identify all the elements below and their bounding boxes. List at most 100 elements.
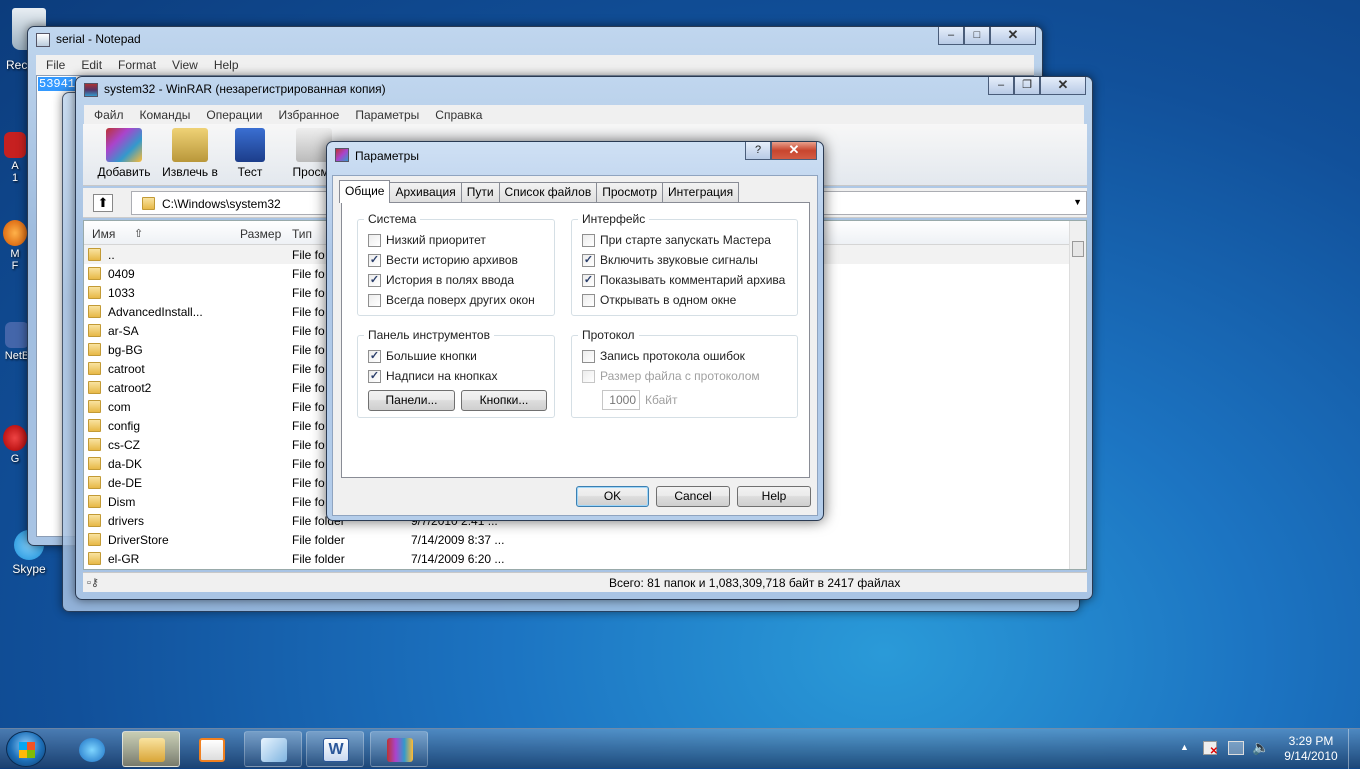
restore-button[interactable]: ❐ <box>1014 77 1040 95</box>
menu-commands[interactable]: Команды <box>132 108 199 122</box>
checkbox-interface-3[interactable]: Открывать в одном окне <box>582 292 736 308</box>
buttons-button[interactable]: Кнопки... <box>461 390 547 411</box>
group-interface: Интерфейс При старте запускать Мастера ✓ В… <box>571 212 798 316</box>
menu-options[interactable]: Параметры <box>347 108 427 122</box>
column-type[interactable]: Тип <box>292 227 312 241</box>
checkbox-system-1[interactable]: ✓ Вести историю архивов <box>368 252 518 268</box>
checkbox-toolbar-1[interactable]: ✓ Надписи на кнопках <box>368 368 497 384</box>
checkbox-system-0[interactable]: Низкий приоритет <box>368 232 486 248</box>
vertical-scrollbar[interactable] <box>1069 221 1086 569</box>
show-desktop-button[interactable] <box>1348 729 1360 769</box>
scroll-thumb[interactable] <box>1072 241 1084 257</box>
file-row[interactable]: el-GR File folder 7/14/2009 6:20 ... <box>84 549 1086 568</box>
menu-file[interactable]: Файл <box>86 108 132 122</box>
dialog-close-button[interactable]: ✕ <box>771 142 817 160</box>
file-name: de-DE <box>108 476 143 490</box>
checkbox-log-0[interactable]: Запись протокола ошибок <box>582 348 745 364</box>
desktop-app-shortcut[interactable]: A 1 <box>0 132 30 184</box>
maximize-button[interactable]: □ <box>964 27 990 45</box>
menu-format[interactable]: Format <box>110 58 164 72</box>
checkbox-toolbar-0[interactable]: ✓ Большие кнопки <box>368 348 477 364</box>
network-icon[interactable] <box>1228 741 1244 755</box>
checkbox-log-1[interactable]: Размер файла с протоколом <box>582 368 760 384</box>
minimize-button[interactable]: – <box>988 77 1014 95</box>
checkbox-box[interactable]: ✓ <box>368 273 381 287</box>
checkbox-label: Включить звуковые сигналы <box>600 253 758 267</box>
file-row[interactable]: DriverStore File folder 7/14/2009 8:37 ... <box>84 530 1086 549</box>
checkbox-interface-1[interactable]: ✓ Включить звуковые сигналы <box>582 252 758 268</box>
notepad-app-icon <box>36 33 50 47</box>
column-size[interactable]: Размер <box>240 227 281 241</box>
tab-integration[interactable]: Интеграция <box>662 182 740 202</box>
action-center-icon[interactable]: ✕ <box>1203 741 1218 757</box>
checkbox-interface-2[interactable]: ✓ Показывать комментарий архива <box>582 272 785 288</box>
taskbar-ie[interactable] <box>62 731 120 767</box>
menu-operations[interactable]: Операции <box>198 108 270 122</box>
taskbar-winrar[interactable] <box>370 731 428 767</box>
tab-viewer[interactable]: Просмотр <box>596 182 664 202</box>
taskbar: W ▲ ✕ 🔈 3:29 PM 9/14/2010 <box>0 728 1360 769</box>
cancel-button[interactable]: Cancel <box>656 486 730 507</box>
options-dialog[interactable]: Параметры ? ✕ Общие Архивация Пути Списо… <box>326 141 824 521</box>
close-button[interactable]: ✕ <box>1040 77 1086 95</box>
checkbox-box[interactable]: ✓ <box>368 349 381 363</box>
checkbox-box[interactable] <box>582 233 595 247</box>
file-name: el-GR <box>108 552 140 566</box>
notepad-icon <box>261 738 287 762</box>
file-type: File folder <box>292 533 345 547</box>
checkbox-interface-0[interactable]: При старте запускать Мастера <box>582 232 771 248</box>
menu-help[interactable]: Help <box>206 58 247 72</box>
taskbar-word[interactable]: W <box>306 731 364 767</box>
checkbox-system-2[interactable]: ✓ История в полях ввода <box>368 272 514 288</box>
notepad-title: serial - Notepad <box>56 32 141 46</box>
tab-archiving[interactable]: Архивация <box>389 182 462 202</box>
folder-icon <box>88 419 101 432</box>
menu-view[interactable]: View <box>164 58 206 72</box>
taskbar-notepad[interactable] <box>244 731 302 767</box>
help-button[interactable]: Help <box>737 486 811 507</box>
chevron-down-icon[interactable]: ▼ <box>1073 197 1082 207</box>
file-type: File fo <box>292 419 325 433</box>
checkbox-box[interactable] <box>582 369 595 383</box>
checkbox-box[interactable]: ✓ <box>368 369 381 383</box>
folder-icon <box>88 343 101 356</box>
volume-icon[interactable]: 🔈 <box>1252 739 1269 756</box>
column-name[interactable]: Имя <box>92 227 115 241</box>
dialog-help-button[interactable]: ? <box>745 142 771 160</box>
tab-general[interactable]: Общие <box>339 180 391 203</box>
ok-button[interactable]: OK <box>576 486 649 507</box>
checkbox-box[interactable] <box>582 293 595 307</box>
desktop-icon-label: Rec <box>6 58 28 72</box>
checkbox-box[interactable]: ✓ <box>582 253 595 267</box>
taskbar-explorer[interactable] <box>122 731 180 767</box>
file-type: File fo <box>292 267 325 281</box>
menu-edit[interactable]: Edit <box>73 58 110 72</box>
checkbox-box[interactable] <box>582 349 595 363</box>
start-button[interactable] <box>6 731 46 767</box>
ie-icon <box>79 738 105 762</box>
taskbar-media-player[interactable] <box>182 731 240 767</box>
show-hidden-icons-icon[interactable]: ▲ <box>1180 742 1189 752</box>
checkbox-box[interactable] <box>368 233 381 247</box>
tab-file-list[interactable]: Список файлов <box>498 182 598 202</box>
checkbox-box[interactable]: ✓ <box>582 273 595 287</box>
checkbox-box[interactable] <box>368 293 381 307</box>
menu-help[interactable]: Справка <box>427 108 490 122</box>
menu-favorites[interactable]: Избранное <box>271 108 348 122</box>
minimize-button[interactable]: – <box>938 27 964 45</box>
panels-button[interactable]: Панели... <box>368 390 455 411</box>
tab-paths[interactable]: Пути <box>460 182 500 202</box>
toolbar-test-button[interactable]: Тест <box>215 128 285 179</box>
menu-file[interactable]: File <box>38 58 73 72</box>
desktop-chrome-shortcut[interactable]: G <box>0 425 30 465</box>
toolbar-add-button[interactable]: Добавить <box>89 128 159 179</box>
desktop-firefox-shortcut[interactable]: M F <box>0 220 30 272</box>
log-size-input[interactable]: 1000 <box>602 390 640 410</box>
file-type: File fo <box>292 362 325 376</box>
folder-icon <box>88 457 101 470</box>
close-button[interactable]: ✕ <box>990 27 1036 45</box>
checkbox-box[interactable]: ✓ <box>368 253 381 267</box>
up-folder-button[interactable]: ⬆ <box>93 194 113 212</box>
checkbox-system-3[interactable]: Всегда поверх других окон <box>368 292 535 308</box>
taskbar-clock[interactable]: 3:29 PM 9/14/2010 <box>1278 734 1344 764</box>
